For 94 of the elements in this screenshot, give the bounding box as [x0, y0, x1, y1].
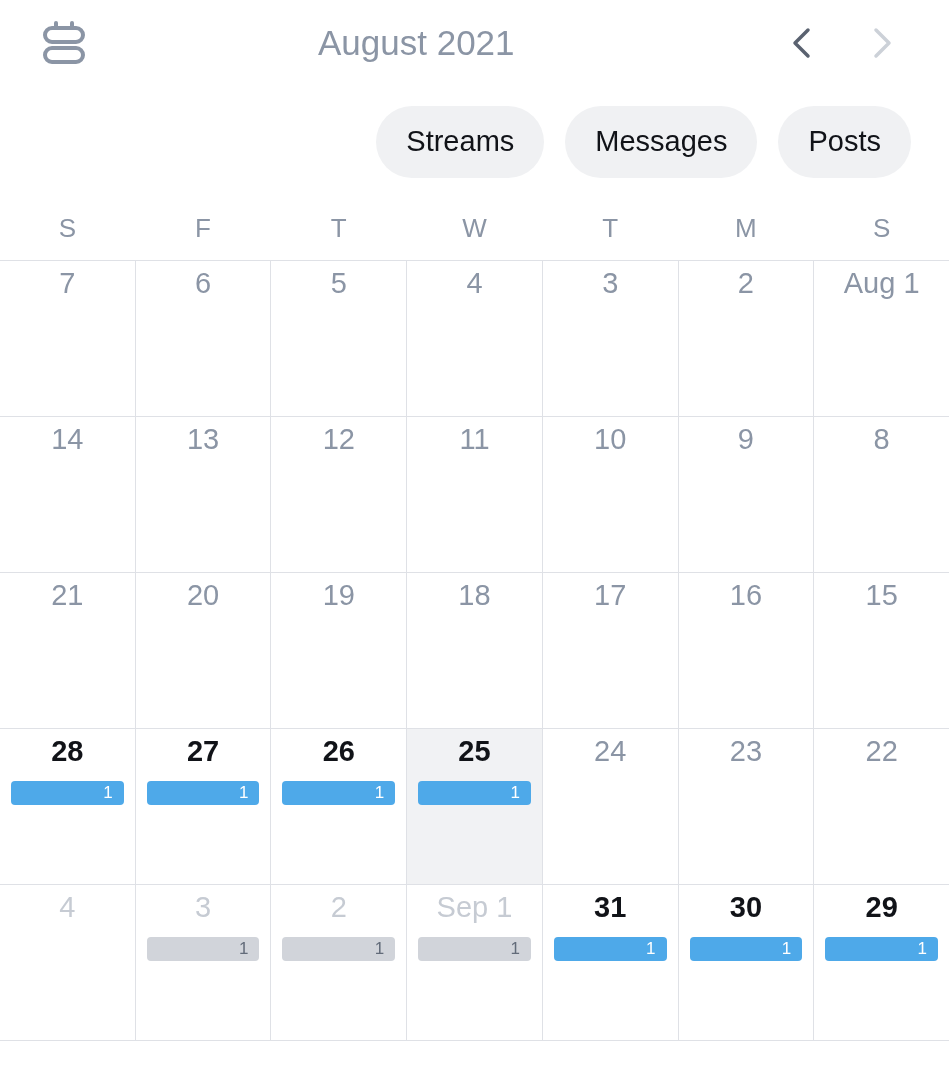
day-cell[interactable]: 26 1 — [271, 729, 407, 884]
date-number: 2 — [737, 266, 754, 300]
date-number: 18 — [458, 578, 491, 612]
date-number: 7 — [59, 266, 76, 300]
weekday-label: S — [872, 213, 891, 243]
day-cell[interactable]: 22 — [814, 729, 949, 884]
weekday-label: S — [58, 213, 76, 243]
event-count-bar[interactable]: 1 — [418, 781, 531, 805]
date-number: 29 — [865, 890, 898, 924]
date-number: 28 — [51, 734, 84, 768]
date-number: 26 — [322, 734, 355, 768]
chevron-left-icon — [790, 27, 812, 59]
day-cell[interactable]: Sep 1 1 — [407, 885, 542, 1040]
day-cell[interactable]: Aug 1 — [814, 261, 949, 416]
day-cell[interactable]: 12 — [271, 417, 407, 572]
date-number: 5 — [330, 266, 347, 300]
day-cell[interactable]: 14 — [0, 417, 135, 572]
day-cell[interactable]: 29 1 — [814, 885, 949, 1040]
date-number: 4 — [466, 266, 483, 300]
date-number: 19 — [322, 578, 355, 612]
event-count-bar[interactable]: 1 — [825, 937, 938, 961]
day-cell[interactable]: 18 — [407, 573, 542, 728]
day-cell[interactable]: 6 — [135, 261, 271, 416]
date-number: 23 — [729, 734, 763, 768]
date-number: 3 — [602, 266, 619, 300]
date-number: 8 — [873, 422, 890, 456]
date-number: 4 — [59, 890, 76, 924]
day-cell[interactable]: 25 1 — [407, 729, 542, 884]
event-count-bar[interactable]: 1 — [553, 937, 667, 961]
day-cell[interactable]: 19 — [271, 573, 407, 728]
event-count-bar[interactable]: 1 — [689, 937, 803, 961]
day-cell[interactable]: 28 1 — [0, 729, 135, 884]
date-number: 16 — [729, 578, 763, 612]
day-cell[interactable]: 2 — [678, 261, 814, 416]
date-number: Sep 1 — [436, 890, 513, 924]
date-number: 15 — [865, 578, 898, 612]
filter-chip[interactable]: Messages — [565, 106, 758, 178]
event-count-bar[interactable]: 1 — [418, 937, 531, 961]
day-cell[interactable]: 5 — [271, 261, 407, 416]
date-number: 12 — [322, 422, 355, 456]
date-number: 21 — [51, 578, 84, 612]
date-number: 27 — [186, 734, 220, 768]
event-count-bar[interactable]: 1 — [146, 781, 260, 805]
date-number: 14 — [51, 422, 84, 456]
filter-chip[interactable]: Posts — [778, 106, 911, 178]
day-cell[interactable]: 10 — [542, 417, 678, 572]
date-number: 10 — [594, 422, 627, 456]
day-cell[interactable]: 4 — [0, 885, 135, 1040]
filter-chip[interactable]: Streams — [376, 106, 545, 178]
day-cell[interactable]: 20 — [135, 573, 271, 728]
date-number: 2 — [330, 890, 347, 924]
date-number: 3 — [195, 890, 212, 924]
date-number: 31 — [594, 890, 627, 924]
date-number: 22 — [865, 734, 898, 768]
day-cell[interactable]: 16 — [678, 573, 814, 728]
date-number: 17 — [594, 578, 627, 612]
day-cell[interactable]: 23 — [678, 729, 814, 884]
chevron-right-icon — [871, 27, 893, 59]
day-cell[interactable]: 21 — [0, 573, 135, 728]
date-number: 24 — [594, 734, 627, 768]
date-number: 25 — [458, 734, 491, 768]
weekday-label: F — [195, 213, 211, 243]
event-count-bar[interactable]: 1 — [282, 781, 396, 805]
day-cell[interactable]: 2 1 — [271, 885, 407, 1040]
day-cell[interactable]: 27 1 — [135, 729, 271, 884]
date-number: 9 — [737, 422, 754, 456]
day-cell[interactable]: 8 — [814, 417, 949, 572]
event-count-bar[interactable]: 1 — [146, 937, 260, 961]
day-cell[interactable]: 15 — [814, 573, 949, 728]
day-cell[interactable]: 11 — [407, 417, 542, 572]
date-number: Aug 1 — [843, 266, 920, 300]
date-number: 30 — [729, 890, 763, 924]
date-number: 11 — [459, 422, 490, 456]
event-count-bar[interactable]: 1 — [11, 781, 124, 805]
day-cell[interactable]: 30 1 — [678, 885, 814, 1040]
day-cell[interactable]: 4 — [407, 261, 542, 416]
date-number: 13 — [186, 422, 220, 456]
day-cell[interactable]: 3 — [542, 261, 678, 416]
day-cell[interactable]: 3 1 — [135, 885, 271, 1040]
day-cell[interactable]: 7 — [0, 261, 135, 416]
weekday-label: T — [602, 213, 619, 243]
weekday-label: W — [462, 213, 487, 243]
date-number: 20 — [186, 578, 220, 612]
day-cell[interactable]: 17 — [542, 573, 678, 728]
event-count-bar[interactable]: 1 — [282, 937, 396, 961]
date-number: 6 — [195, 266, 212, 300]
day-cell[interactable]: 31 1 — [542, 885, 678, 1040]
weekday-label: T — [330, 213, 347, 243]
day-cell[interactable]: 24 — [542, 729, 678, 884]
day-cell[interactable]: 13 — [135, 417, 271, 572]
calendar-icon[interactable] — [43, 21, 85, 65]
weekday-label: M — [735, 213, 757, 243]
day-cell[interactable]: 9 — [678, 417, 814, 572]
month-title: August 2021 — [318, 23, 515, 63]
